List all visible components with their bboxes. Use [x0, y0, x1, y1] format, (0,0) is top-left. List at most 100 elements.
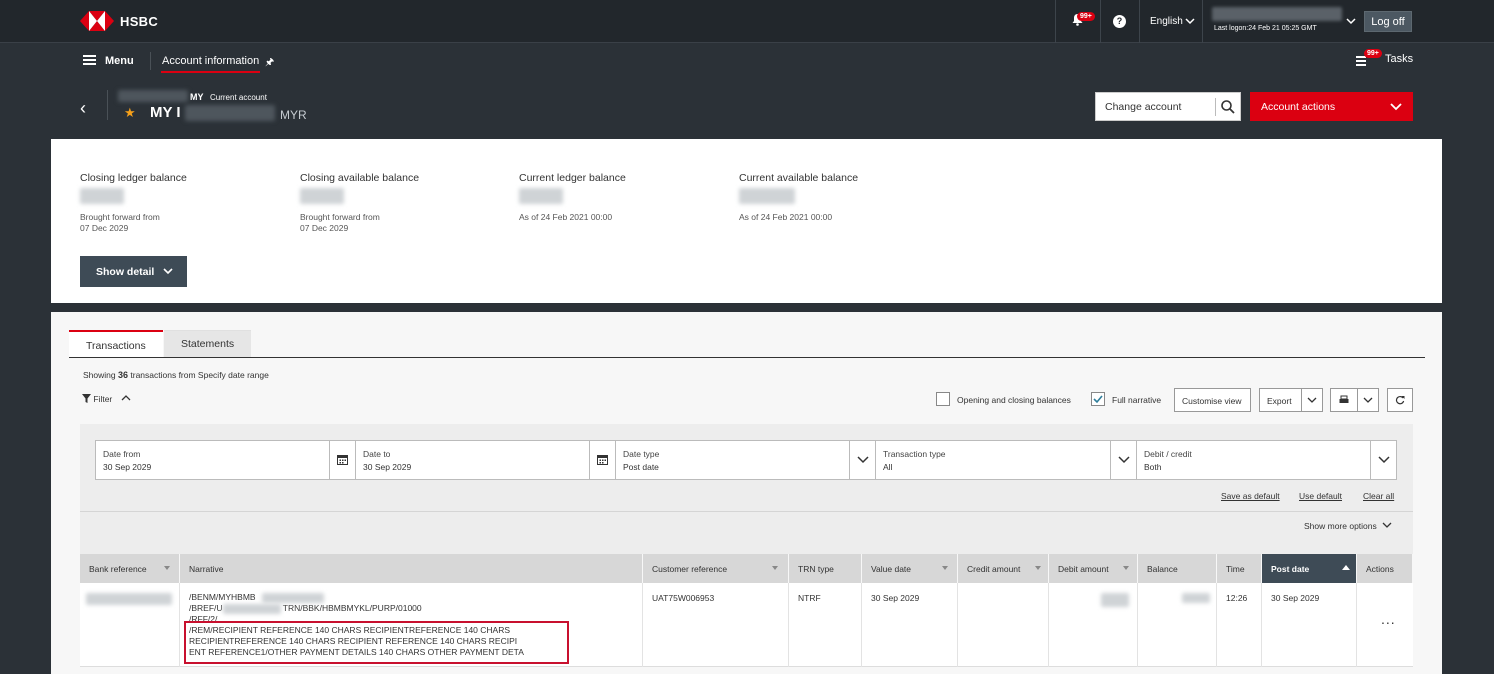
show-detail-button[interactable]: Show detail [80, 256, 187, 287]
account-name: MY I [150, 104, 181, 121]
back-arrow-icon[interactable]: ‹ [80, 98, 86, 119]
favourite-star-icon[interactable]: ★ [124, 105, 136, 121]
column-label: Actions [1366, 564, 1394, 574]
language-selector[interactable]: English [1150, 16, 1183, 27]
column-header-customer-reference[interactable]: Customer reference [643, 554, 789, 583]
dropdown-button[interactable] [849, 441, 875, 479]
chevron-down-icon[interactable] [1363, 395, 1373, 405]
balance-title: Current ledger balance [519, 172, 626, 184]
time-value: 12:26 [1226, 593, 1248, 603]
full-narrative-label: Full narrative [1112, 395, 1162, 405]
cell-post-date: 30 Sep 2029 [1262, 583, 1357, 667]
notifications-button[interactable]: 99+ [1072, 12, 1095, 29]
balance-current-ledger: Current ledger balance As of 24 Feb 2021… [519, 172, 626, 222]
cell-credit-amount [958, 583, 1049, 667]
clear-all-link[interactable]: Clear all [1363, 491, 1394, 501]
divider [69, 357, 1425, 358]
save-as-default-link[interactable]: Save as default [1221, 491, 1280, 501]
balance-subtitle-line: Brought forward from [300, 212, 380, 222]
sort-icon[interactable] [1123, 566, 1129, 570]
date-to-value: 30 Sep 2029 [363, 462, 412, 472]
cell-narrative: /BENM/MYHBMB /BREF/U TRN/BBK/HBMBMYKL/PU… [180, 583, 643, 667]
opening-closing-checkbox[interactable] [936, 392, 950, 406]
export-button[interactable]: Export [1259, 388, 1323, 412]
tasks-label[interactable]: Tasks [1385, 53, 1413, 65]
chevron-down-icon[interactable] [1307, 395, 1317, 405]
cell-bank-reference [80, 583, 180, 667]
tab-account-information[interactable]: Account information [162, 55, 259, 67]
calendar-button[interactable] [589, 441, 615, 479]
column-header-debit-amount[interactable]: Debit amount [1049, 554, 1138, 583]
full-narrative-checkbox[interactable] [1091, 392, 1105, 406]
show-detail-label: Show detail [96, 266, 155, 278]
hsbc-logo[interactable]: HSBC [80, 11, 158, 31]
table-row[interactable]: /BENM/MYHBMB /BREF/U TRN/BBK/HBMBMYKL/PU… [80, 583, 1413, 667]
column-header-trn-type[interactable]: TRN type [789, 554, 862, 583]
column-header-actions: Actions [1357, 554, 1413, 583]
calendar-button[interactable] [329, 441, 355, 479]
chevron-down-icon [857, 456, 869, 464]
trn-type-value: NTRF [798, 593, 821, 603]
tasks-button[interactable]: 99+ [1356, 49, 1382, 70]
tab-transactions[interactable]: Transactions [69, 330, 163, 357]
account-actions-button[interactable]: Account actions [1250, 92, 1413, 121]
debit-amount-redacted [1101, 593, 1129, 607]
cell-value-date: 30 Sep 2029 [862, 583, 958, 667]
date-type-select[interactable]: Date type Post date [615, 440, 876, 480]
refresh-button[interactable] [1387, 388, 1413, 412]
transaction-type-select[interactable]: Transaction type All [875, 440, 1137, 480]
column-header-value-date[interactable]: Value date [862, 554, 958, 583]
debit-credit-select[interactable]: Debit / credit Both [1136, 440, 1397, 480]
divider [1215, 98, 1216, 116]
balance-subtitle-line: 07 Dec 2029 [300, 223, 349, 233]
column-label: Bank reference [89, 564, 147, 574]
balance-closing-ledger: Closing ledger balance Brought forward f… [80, 172, 187, 233]
chevron-down-icon[interactable] [1346, 14, 1356, 28]
balance-value-redacted [80, 188, 124, 204]
narrative-line: /BREF/U TRN/BBK/HBMBMYKL/PURP/01000 [189, 603, 524, 614]
print-icon [1339, 395, 1349, 403]
tab-statements[interactable]: Statements [164, 330, 251, 357]
filter-toggle[interactable]: Filter [82, 394, 131, 404]
filter-panel: Date from 30 Sep 2029 Date to 30 Sep 202… [80, 424, 1413, 555]
account-currency: MYR [280, 108, 307, 122]
divider [1139, 0, 1140, 43]
hsbc-hexagon-icon [80, 11, 114, 31]
logoff-button[interactable]: Log off [1364, 11, 1412, 32]
sort-ascending-icon[interactable] [1342, 565, 1350, 570]
search-icon[interactable] [1220, 99, 1236, 115]
balance-subtitle: Brought forward from 07 Dec 2029 [80, 212, 160, 234]
balance-subtitle-line: Brought forward from [80, 212, 160, 222]
menu-button[interactable]: Menu [105, 55, 134, 67]
dropdown-button[interactable] [1110, 441, 1136, 479]
customise-view-button[interactable]: Customise view [1174, 388, 1251, 412]
hamburger-icon[interactable] [83, 55, 96, 65]
help-icon[interactable]: ? [1113, 15, 1126, 28]
active-tab-indicator [161, 71, 260, 73]
refresh-icon [1395, 395, 1405, 405]
sort-icon[interactable] [164, 566, 170, 570]
show-more-options-toggle[interactable]: Show more options [1304, 521, 1392, 531]
chevron-down-icon[interactable] [1185, 14, 1195, 28]
more-actions-icon[interactable]: ... [1381, 611, 1396, 627]
sort-icon[interactable] [772, 566, 778, 570]
results-prefix: Showing [83, 370, 116, 380]
change-account-field[interactable]: Change account [1095, 92, 1241, 121]
print-button[interactable] [1330, 388, 1379, 412]
cell-trn-type: NTRF [789, 583, 862, 667]
column-header-time: Time [1217, 554, 1262, 583]
column-header-bank-reference[interactable]: Bank reference [80, 554, 180, 583]
date-to-field[interactable]: Date to 30 Sep 2029 [355, 440, 616, 480]
column-label: Narrative [189, 564, 224, 574]
dropdown-button[interactable] [1370, 441, 1396, 479]
value-date-value: 30 Sep 2029 [871, 593, 920, 603]
date-from-field[interactable]: Date from 30 Sep 2029 [95, 440, 356, 480]
column-header-post-date[interactable]: Post date [1262, 554, 1357, 583]
use-default-link[interactable]: Use default [1299, 491, 1342, 501]
calendar-icon [337, 455, 348, 465]
column-header-credit-amount[interactable]: Credit amount [958, 554, 1049, 583]
sort-icon[interactable] [942, 566, 948, 570]
cell-time: 12:26 [1217, 583, 1262, 667]
pin-icon[interactable]: 🖈 [265, 55, 274, 72]
sort-icon[interactable] [1035, 566, 1041, 570]
